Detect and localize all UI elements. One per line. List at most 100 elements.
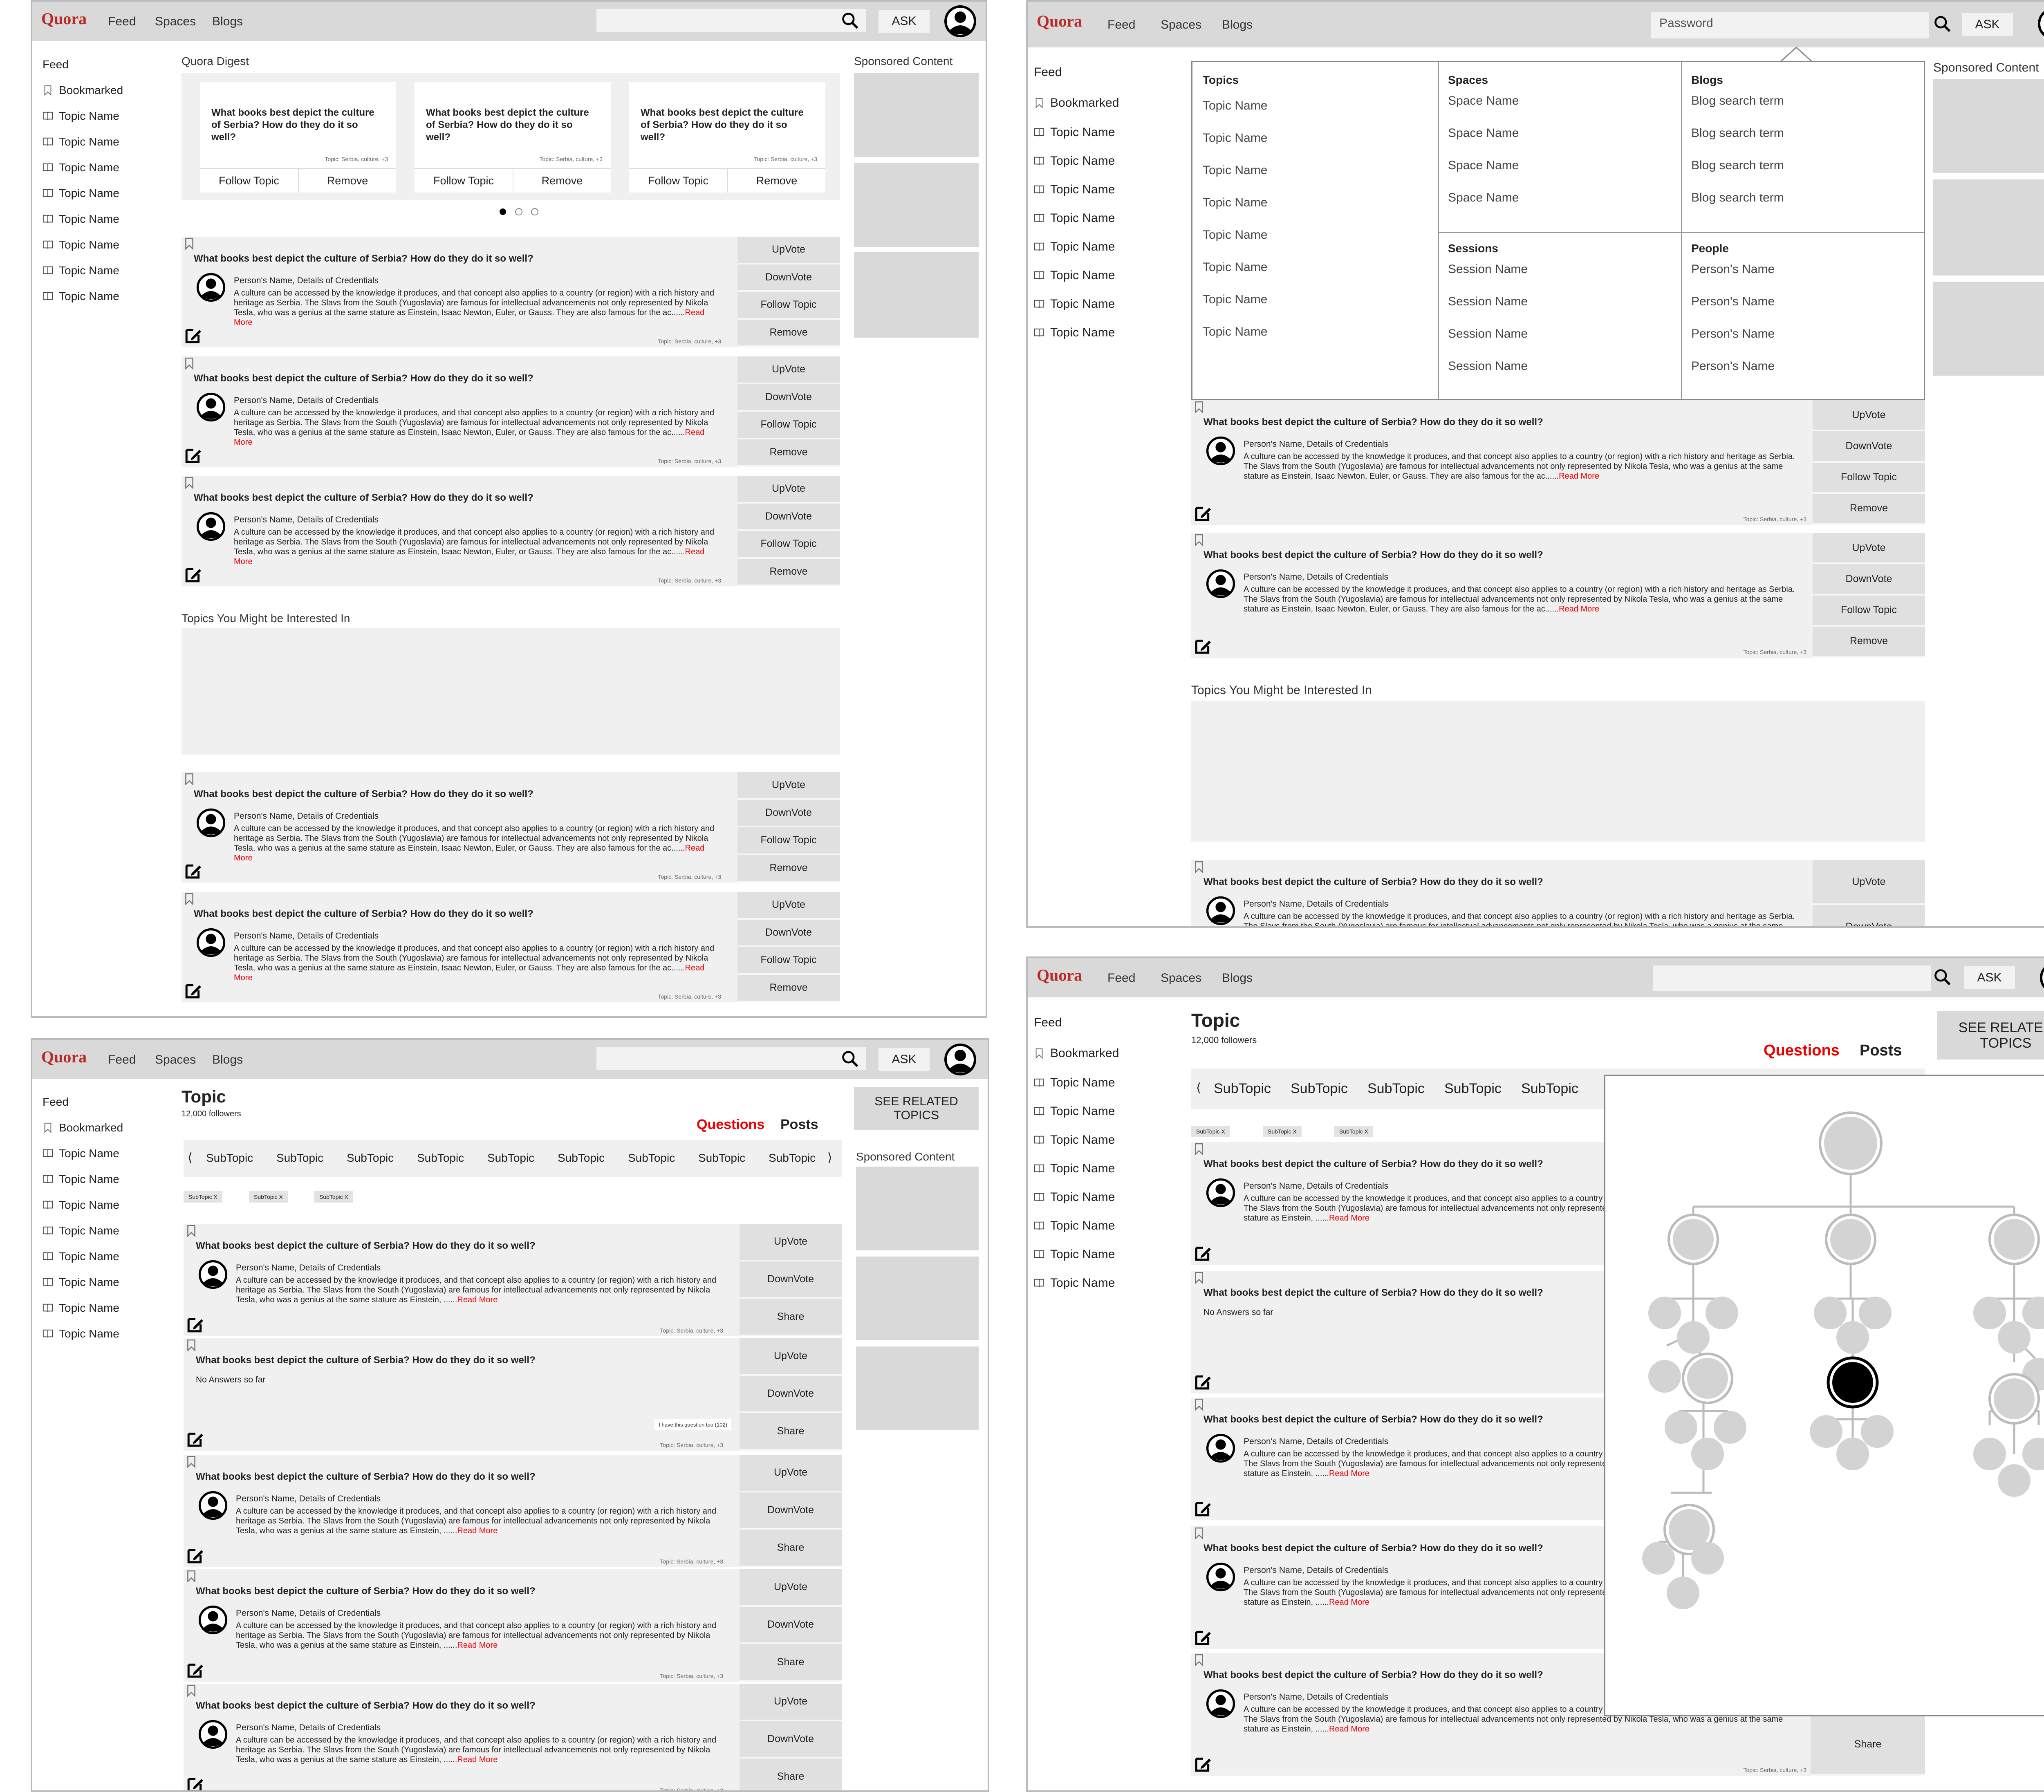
bookmark-icon[interactable] xyxy=(1195,1527,1204,1539)
sidebar-topic[interactable]: Topic Name xyxy=(43,1218,123,1243)
dropdown-topic-item[interactable]: Topic Name xyxy=(1203,131,1267,164)
user-avatar-icon[interactable] xyxy=(198,1260,228,1289)
answer-author[interactable]: Person's Name, Details of Credentials xyxy=(236,1263,381,1273)
dropdown-space-item[interactable]: Space Name xyxy=(1448,159,1519,191)
share-button[interactable]: Share xyxy=(740,1530,842,1568)
topic-node[interactable] xyxy=(1973,1438,2006,1470)
read-more-link[interactable]: Read More xyxy=(457,1641,498,1650)
question-title[interactable]: What books best depict the culture of Se… xyxy=(1204,876,1543,888)
user-avatar-icon[interactable] xyxy=(196,273,226,302)
downvote-button[interactable]: DownVote xyxy=(737,919,840,947)
bookmark-icon[interactable] xyxy=(1195,1143,1204,1155)
sidebar-topic[interactable]: Topic Name xyxy=(1034,1183,1119,1212)
upvote-button[interactable]: UpVote xyxy=(740,1338,842,1376)
topic-node[interactable] xyxy=(1861,1415,1894,1448)
bookmark-icon[interactable] xyxy=(185,357,194,370)
subtopic-tab[interactable]: SubTopic xyxy=(698,1151,745,1165)
read-more-link[interactable]: Read More xyxy=(457,1755,498,1764)
remove-button[interactable]: Remove xyxy=(737,855,840,883)
upvote-button[interactable]: UpVote xyxy=(1813,860,1925,905)
sponsored-ad[interactable] xyxy=(856,1167,979,1250)
dropdown-session-item[interactable]: Session Name xyxy=(1448,359,1528,392)
topic-node[interactable] xyxy=(1706,1297,1738,1329)
sidebar-topic[interactable]: Topic Name xyxy=(43,103,123,129)
sidebar-topic[interactable]: Topic Name xyxy=(1034,1126,1119,1154)
question-title[interactable]: What books best depict the culture of Se… xyxy=(1204,1158,1543,1170)
user-avatar-icon[interactable] xyxy=(196,808,226,838)
sponsored-ad[interactable] xyxy=(1933,179,2044,276)
subtopic-tab[interactable]: SubTopic xyxy=(347,1151,394,1165)
question-title[interactable]: What books best depict the culture of Se… xyxy=(1204,1414,1543,1425)
answer-author[interactable]: Person's Name, Details of Credentials xyxy=(236,1608,381,1618)
edit-icon[interactable] xyxy=(1195,1755,1212,1772)
user-avatar-icon[interactable] xyxy=(196,512,226,541)
remove-button[interactable]: Remove xyxy=(737,319,840,347)
sidebar-topic[interactable]: Topic Name xyxy=(1034,204,1119,233)
nav-blogs[interactable]: Blogs xyxy=(1222,18,1253,32)
follow-topic-button[interactable]: Follow Topic xyxy=(1813,595,1925,627)
dropdown-topic-item[interactable]: Topic Name xyxy=(1203,196,1267,228)
sidebar-topic[interactable]: Topic Name xyxy=(1034,1068,1119,1097)
user-avatar-icon[interactable] xyxy=(1206,1689,1235,1718)
subtopic-chip[interactable]: SubTopic X xyxy=(314,1191,353,1203)
bookmark-icon[interactable] xyxy=(1195,1398,1204,1411)
bookmark-icon[interactable] xyxy=(185,893,194,905)
bookmark-icon[interactable] xyxy=(185,477,194,489)
question-title[interactable]: What books best depict the culture of Se… xyxy=(1204,1543,1543,1554)
dropdown-person-item[interactable]: Person's Name xyxy=(1691,327,1775,359)
topic-node[interactable] xyxy=(1648,1297,1681,1329)
nav-blogs[interactable]: Blogs xyxy=(212,1053,243,1067)
sidebar-feed[interactable]: Feed xyxy=(1034,1007,1119,1038)
question-title[interactable]: What books best depict the culture of Se… xyxy=(1204,1669,1543,1681)
read-more-link[interactable]: Read More xyxy=(457,1526,498,1535)
sidebar-topic[interactable]: Topic Name xyxy=(43,283,123,309)
read-more-link[interactable]: Read More xyxy=(1559,472,1599,481)
topic-node[interactable] xyxy=(1836,1438,1869,1470)
question-title[interactable]: What books best depict the culture of Se… xyxy=(196,1700,536,1711)
ask-button[interactable]: ASK xyxy=(879,10,930,33)
search-input[interactable] xyxy=(1653,965,1931,991)
edit-icon[interactable] xyxy=(187,1430,204,1447)
read-more-link[interactable]: Read More xyxy=(1329,1469,1369,1478)
subtopic-tab[interactable]: SubTopic xyxy=(1367,1081,1425,1097)
sidebar-bookmarked[interactable]: Bookmarked xyxy=(1034,87,1119,118)
bookmark-icon[interactable] xyxy=(187,1684,196,1697)
follow-topic-button[interactable]: Follow Topic xyxy=(200,168,298,193)
edit-icon[interactable] xyxy=(1195,637,1212,654)
subtopic-tab[interactable]: SubTopic xyxy=(206,1151,253,1165)
edit-icon[interactable] xyxy=(185,566,202,583)
read-more-link[interactable]: Read More xyxy=(1559,605,1599,614)
subtopic-prev-icon[interactable]: ⟨ xyxy=(188,1151,193,1165)
profile-avatar-icon[interactable] xyxy=(944,5,977,38)
dropdown-session-item[interactable]: Session Name xyxy=(1448,327,1528,359)
downvote-button[interactable]: DownVote xyxy=(740,1375,842,1413)
see-related-topics-button[interactable]: SEE RELATED TOPICS xyxy=(854,1087,979,1130)
read-more-link[interactable]: Read More xyxy=(1329,1598,1369,1607)
sidebar-topic[interactable]: Topic Name xyxy=(43,1269,123,1295)
nav-feed[interactable]: Feed xyxy=(1107,971,1135,985)
remove-button[interactable]: Remove xyxy=(1813,626,1925,658)
downvote-button[interactable]: DownVote xyxy=(740,1721,842,1759)
sponsored-ad[interactable] xyxy=(856,1257,979,1340)
nav-feed[interactable]: Feed xyxy=(108,1053,136,1067)
sidebar-topic[interactable]: Topic Name xyxy=(1034,118,1119,147)
sidebar-topic[interactable]: Topic Name xyxy=(43,1243,123,1269)
sidebar-topic[interactable]: Topic Name xyxy=(43,1192,123,1218)
answer-author[interactable]: Person's Name, Details of Credentials xyxy=(1244,899,1388,909)
bookmark-icon[interactable] xyxy=(1195,861,1204,873)
tab-posts[interactable]: Posts xyxy=(1860,1042,1902,1060)
follow-topic-button[interactable]: Follow Topic xyxy=(737,412,840,439)
edit-icon[interactable] xyxy=(1195,1244,1212,1261)
answer-author[interactable]: Person's Name, Details of Credentials xyxy=(1244,1181,1388,1191)
bookmark-icon[interactable] xyxy=(1195,401,1204,413)
user-avatar-icon[interactable] xyxy=(1206,569,1235,598)
sidebar-feed[interactable]: Feed xyxy=(1034,57,1119,87)
downvote-button[interactable]: DownVote xyxy=(737,384,840,412)
downvote-button[interactable]: DownVote xyxy=(1813,564,1925,596)
downvote-button[interactable]: DownVote xyxy=(740,1606,842,1644)
topic-node[interactable] xyxy=(1836,1321,1869,1354)
edit-icon[interactable] xyxy=(185,862,202,879)
answer-author[interactable]: Person's Name, Details of Credentials xyxy=(236,1494,381,1504)
answer-author[interactable]: Person's Name, Details of Credentials xyxy=(236,1723,381,1733)
question-title[interactable]: What books best depict the culture of Se… xyxy=(194,253,533,264)
